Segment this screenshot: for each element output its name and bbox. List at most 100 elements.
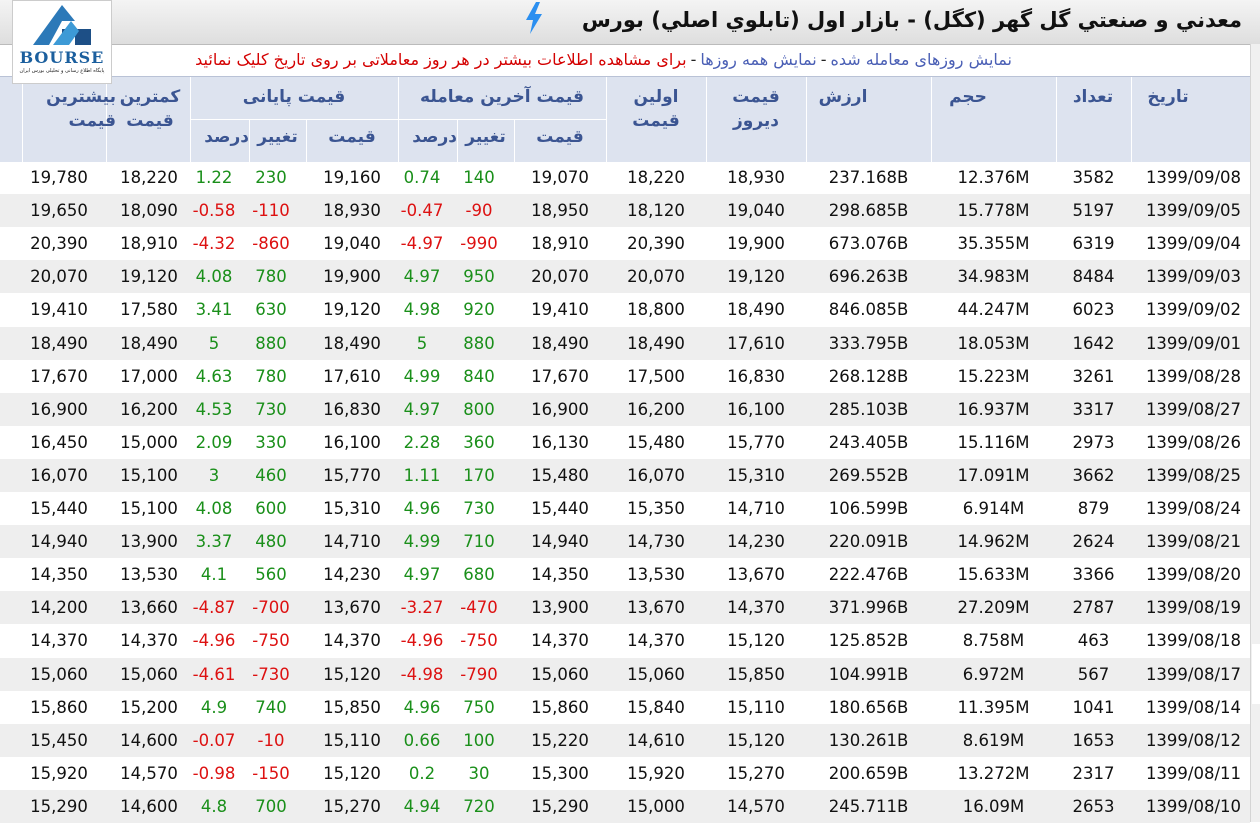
bourse-logo[interactable]: BOURSE پایگاه اطلاع رسانی و تحلیلی بورس … bbox=[12, 0, 112, 84]
cell-close-price: 15,120 bbox=[323, 763, 381, 783]
cell-value: 125.852B bbox=[828, 631, 909, 651]
col-header-value[interactable]: ارزش bbox=[811, 85, 875, 109]
cell-last-change: 30 bbox=[468, 763, 490, 783]
cell-last-percent: 4.97 bbox=[403, 267, 441, 287]
cell-count: 6319 bbox=[1072, 234, 1115, 254]
cell-date[interactable]: 1399/09/04 bbox=[1131, 227, 1256, 260]
table-header: تاریخ تعداد حجم ارزش قیمت دیروز اولین قی… bbox=[0, 76, 1250, 162]
col-header-min-price[interactable]: کمترین قیمت bbox=[112, 85, 188, 133]
table-row[interactable]: 1399/08/24 879 6.914M 106.599B 14,710 15,350 1… bbox=[0, 492, 1250, 525]
cell-last-percent: 4.96 bbox=[403, 697, 441, 717]
cell-date[interactable]: 1399/09/05 bbox=[1131, 194, 1256, 227]
col-header-closing-price[interactable]: قیمت پایانی bbox=[190, 85, 398, 109]
all-days-link[interactable]: نمایش همه روزها bbox=[700, 50, 816, 69]
table-row[interactable]: 1399/09/08 3582 12.376M 237.168B 18,930 18,22… bbox=[0, 161, 1250, 194]
cell-close-price: 16,100 bbox=[323, 432, 381, 452]
cell-date[interactable]: 1399/08/17 bbox=[1131, 658, 1256, 691]
cell-date[interactable]: 1399/09/01 bbox=[1131, 327, 1256, 360]
cell-date[interactable]: 1399/08/19 bbox=[1131, 591, 1256, 624]
table-row[interactable]: 1399/08/12 1653 8.619M 130.261B 15,120 14,610… bbox=[0, 723, 1250, 757]
cell-count: 2624 bbox=[1072, 532, 1115, 552]
cell-volume: 17.091M bbox=[957, 465, 1030, 485]
cell-min-price: 14,370 bbox=[120, 631, 178, 651]
cell-date[interactable]: 1399/08/28 bbox=[1131, 360, 1256, 393]
subheader-close-percent: درصد bbox=[204, 127, 249, 147]
table-row[interactable]: 1399/08/19 2787 27.209M 371.996B 14,370 13,67… bbox=[0, 591, 1250, 625]
page-title-bar: معدني و صنعتي گل گهر (كگل) - بازار اول (… bbox=[0, 0, 1260, 45]
cell-last-change: 100 bbox=[463, 730, 495, 750]
table-row[interactable]: 1399/08/20 3366 15.633M 222.476B 13,670 13,53… bbox=[0, 558, 1250, 591]
cell-close-percent: 1.22 bbox=[195, 168, 233, 187]
cell-last-percent: 4.97 bbox=[403, 565, 441, 585]
table-row[interactable]: 1399/08/21 2624 14.962M 220.091B 14,230 14,73… bbox=[0, 525, 1250, 559]
cell-date[interactable]: 1399/08/12 bbox=[1131, 724, 1256, 757]
cell-first-price: 15,920 bbox=[627, 763, 685, 783]
cell-date[interactable]: 1399/08/11 bbox=[1131, 757, 1256, 790]
traded-days-link[interactable]: نمایش روزهای معامله شده bbox=[831, 50, 1013, 69]
table-row[interactable]: 1399/08/28 3261 15.223M 268.128B 16,830 17,50… bbox=[0, 360, 1250, 393]
col-header-date[interactable]: تاریخ bbox=[1136, 85, 1200, 109]
cell-date[interactable]: 1399/09/02 bbox=[1131, 293, 1256, 326]
cell-first-price: 18,120 bbox=[627, 201, 685, 221]
col-header-max-price[interactable]: بیشترین قیمت bbox=[0, 85, 116, 133]
cell-date[interactable]: 1399/08/24 bbox=[1131, 492, 1256, 525]
table-row[interactable]: 1399/08/25 3662 17.091M 269.552B 15,310 16,07… bbox=[0, 458, 1250, 492]
cell-first-price: 16,200 bbox=[627, 399, 685, 419]
cell-last-percent: 0.2 bbox=[408, 763, 436, 783]
table-row[interactable]: 1399/09/04 6319 35.355M 673.076B 19,900 20,39… bbox=[0, 227, 1250, 260]
cell-date[interactable]: 1399/08/20 bbox=[1131, 558, 1256, 591]
col-header-count[interactable]: تعداد bbox=[1061, 85, 1125, 109]
cell-date[interactable]: 1399/08/10 bbox=[1131, 790, 1256, 823]
cell-date[interactable]: 1399/09/08 bbox=[1131, 161, 1256, 194]
cell-last-price: 19,070 bbox=[531, 168, 589, 187]
table-row[interactable]: 1399/08/11 2317 13.272M 200.659B 15,270 15,92… bbox=[0, 757, 1250, 790]
cell-count: 3261 bbox=[1072, 366, 1115, 386]
table-row[interactable]: 1399/09/05 5197 15.778M 298.685B 19,040 18,12… bbox=[0, 194, 1250, 228]
cell-last-percent: 5 bbox=[416, 333, 428, 353]
subheader-close-change: تغییر bbox=[257, 127, 298, 147]
table-row[interactable]: 1399/08/27 3317 16.937M 285.103B 16,100 16,20… bbox=[0, 392, 1250, 426]
cell-close-change: 330 bbox=[255, 432, 287, 452]
col-header-prev-price[interactable]: قیمت دیروز bbox=[716, 85, 796, 133]
cell-date[interactable]: 1399/08/27 bbox=[1131, 393, 1256, 426]
cell-value: 222.476B bbox=[828, 565, 909, 585]
col-header-first-price[interactable]: اولین قیمت bbox=[616, 85, 696, 133]
table-row[interactable]: 1399/09/02 6023 44.247M 846.085B 18,490 18,80… bbox=[0, 293, 1250, 326]
cell-date[interactable]: 1399/09/03 bbox=[1131, 260, 1256, 293]
table-row[interactable]: 1399/08/17 567 6.972M 104.991B 15,850 15,060 1… bbox=[0, 657, 1250, 691]
cell-first-price: 15,350 bbox=[627, 499, 685, 518]
cell-min-price: 18,090 bbox=[120, 201, 178, 221]
table-row[interactable]: 1399/09/03 8484 34.983M 696.263B 19,120 20,07… bbox=[0, 260, 1250, 294]
cell-date[interactable]: 1399/08/18 bbox=[1131, 624, 1256, 657]
cell-count: 567 bbox=[1077, 664, 1110, 684]
scrollbar-thumb[interactable] bbox=[1252, 644, 1260, 704]
cell-date[interactable]: 1399/08/25 bbox=[1131, 459, 1256, 492]
cell-close-percent: 4.8 bbox=[200, 796, 228, 816]
col-header-last-trade[interactable]: قیمت آخرین معامله bbox=[398, 85, 606, 109]
cell-volume: 44.247M bbox=[957, 300, 1030, 320]
table-row[interactable]: 1399/08/10 2653 16.09M 245.711B 14,570 15,000… bbox=[0, 789, 1250, 823]
cell-last-percent: 0.74 bbox=[403, 168, 441, 187]
cell-close-change: 460 bbox=[255, 465, 287, 485]
table-row[interactable]: 1399/08/18 463 8.758M 125.852B 15,120 14,370 1… bbox=[0, 624, 1250, 657]
cell-volume: 27.209M bbox=[957, 598, 1030, 618]
col-header-volume[interactable]: حجم bbox=[936, 85, 1000, 109]
cell-min-price: 17,580 bbox=[120, 300, 178, 320]
cell-close-percent: -0.07 bbox=[192, 730, 236, 750]
cell-date[interactable]: 1399/08/21 bbox=[1131, 525, 1256, 558]
cell-first-price: 18,490 bbox=[627, 333, 685, 353]
cell-date[interactable]: 1399/08/26 bbox=[1131, 426, 1256, 459]
cell-value: 371.996B bbox=[828, 598, 909, 618]
cell-last-change: 140 bbox=[463, 168, 495, 187]
cell-min-price: 13,530 bbox=[120, 565, 178, 585]
cell-last-change: -750 bbox=[460, 631, 498, 651]
table-row[interactable]: 1399/09/01 1642 18.053M 333.795B 17,610 18,49… bbox=[0, 326, 1250, 360]
cell-prev-price: 14,710 bbox=[727, 499, 785, 518]
cell-last-price: 15,300 bbox=[531, 763, 589, 783]
vertical-scrollbar[interactable] bbox=[1250, 44, 1260, 822]
cell-value: 846.085B bbox=[828, 300, 909, 320]
cell-value: 673.076B bbox=[828, 234, 909, 254]
table-row[interactable]: 1399/08/14 1041 11.395M 180.656B 15,110 15,84… bbox=[0, 691, 1250, 724]
table-row[interactable]: 1399/08/26 2973 15.116M 243.405B 15,770 15,48… bbox=[0, 426, 1250, 459]
cell-date[interactable]: 1399/08/14 bbox=[1131, 691, 1256, 724]
